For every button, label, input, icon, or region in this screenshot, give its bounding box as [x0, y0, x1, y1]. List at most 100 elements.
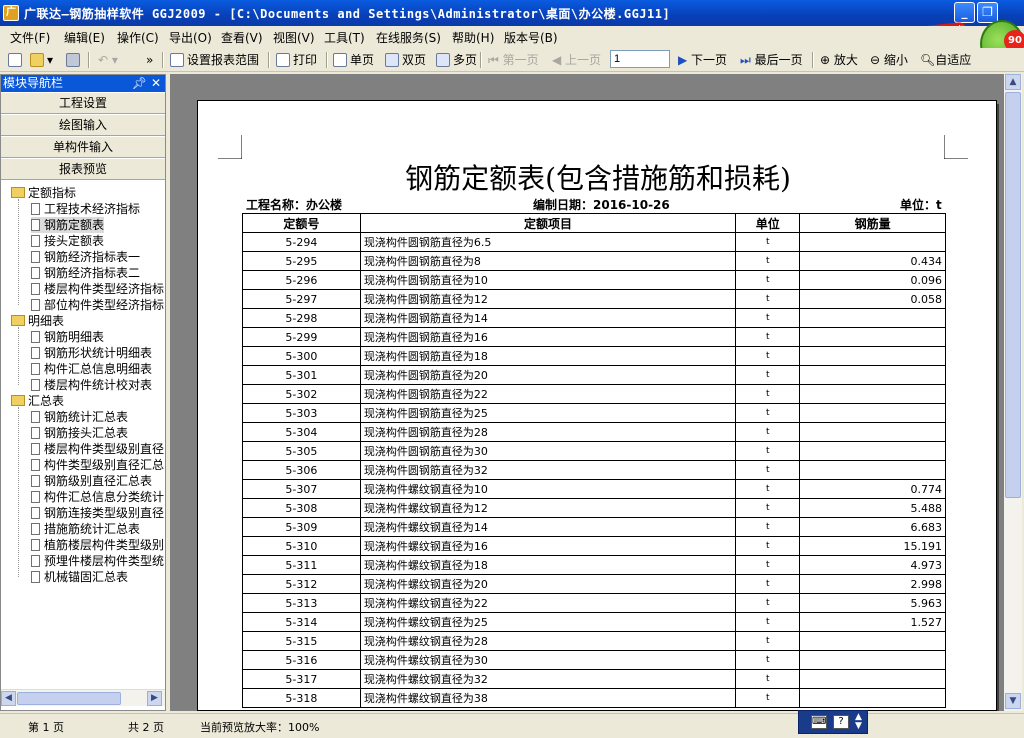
cell-unit: t	[735, 517, 801, 537]
tree-item[interactable]: 工程技术经济指标	[31, 201, 140, 217]
nav-button-drawing-input[interactable]: 绘图输入	[1, 114, 165, 136]
tree-item[interactable]: 植筋楼层构件类型级别	[31, 537, 164, 553]
pin-icon[interactable]: 📌︎	[132, 75, 147, 92]
prev-page-button[interactable]: ◀ 上一页	[552, 51, 601, 69]
tree-item[interactable]: 机械锚固汇总表	[31, 569, 128, 585]
tree-item[interactable]: 构件汇总信息明细表	[31, 361, 152, 377]
scroll-right-icon[interactable]: ▶	[147, 691, 162, 706]
cell-quota-item: 现浇构件圆钢筋直径为32	[359, 460, 737, 480]
last-page-button[interactable]: ⏭ 最后一页	[740, 51, 803, 69]
menu-edit[interactable]: 编辑(E)	[64, 29, 105, 46]
menu-file[interactable]: 文件(F)	[10, 29, 50, 46]
single-page-button[interactable]: 单页	[333, 51, 374, 69]
app-icon[interactable]: 广	[3, 5, 19, 21]
toolbar-separator	[812, 52, 814, 68]
document-icon	[31, 379, 40, 391]
tree-item[interactable]: 部位构件类型经济指标	[31, 297, 164, 313]
nav-button-single-component[interactable]: 单构件输入	[1, 136, 165, 158]
cell-amount: 0.058	[799, 289, 946, 309]
tree-item[interactable]: 钢筋连接类型级别直径	[31, 505, 164, 521]
page-number-input[interactable]: 1	[610, 50, 670, 68]
new-file-icon[interactable]	[8, 51, 25, 69]
cell-unit: t	[735, 270, 801, 290]
minimize-button[interactable]: _	[954, 2, 975, 23]
help-icon[interactable]: ?	[833, 715, 849, 729]
scroll-up-icon[interactable]: ▲	[1005, 74, 1021, 90]
table-row: 5-300 现浇构件圆钢筋直径为18 t	[242, 346, 946, 366]
menu-help[interactable]: 帮助(H)	[452, 29, 494, 46]
tree-folder[interactable]: 定额指标	[11, 185, 76, 201]
tree-item[interactable]: 钢筋经济指标表一	[31, 249, 140, 265]
ime-arrows-icon[interactable]: ▲ ▼	[855, 713, 862, 731]
zoom-out-button[interactable]: ⊖ 缩小	[870, 51, 908, 69]
close-icon[interactable]: ✕	[151, 75, 161, 92]
multi-page-button[interactable]: 多页	[436, 51, 477, 69]
keyboard-icon[interactable]: ⌨	[811, 715, 827, 729]
tree-item[interactable]: 钢筋形状统计明细表	[31, 345, 152, 361]
tree-item[interactable]: 构件类型级别直径汇总	[31, 457, 164, 473]
tree-item[interactable]: 钢筋定额表	[31, 217, 105, 233]
scroll-thumb[interactable]	[17, 692, 121, 705]
tree-item[interactable]: 钢筋经济指标表二	[31, 265, 140, 281]
viewer-vertical-scrollbar[interactable]: ▲ ▼	[1004, 74, 1022, 711]
tree-item[interactable]: 楼层构件类型经济指标	[31, 281, 164, 297]
save-icon[interactable]	[66, 51, 83, 69]
single-page-icon	[333, 53, 347, 67]
nav-button-report-preview[interactable]: 报表预览	[1, 158, 165, 180]
tree-item-label: 构件类型级别直径汇总	[44, 458, 165, 472]
double-page-button[interactable]: 双页	[385, 51, 426, 69]
cell-quota-no: 5-306	[242, 460, 361, 480]
cell-amount: 0.434	[799, 251, 946, 271]
cell-quota-item: 现浇构件圆钢筋直径为18	[359, 346, 737, 366]
menu-tools[interactable]: 工具(T)	[324, 29, 365, 46]
scroll-left-icon[interactable]: ◀	[1, 691, 16, 706]
cell-quota-no: 5-314	[242, 612, 361, 632]
tree-item-label: 钢筋经济指标表一	[44, 250, 141, 264]
cell-unit: t	[735, 498, 801, 518]
folder-icon	[11, 395, 25, 406]
open-file-icon[interactable]: ▾	[30, 51, 53, 69]
cell-quota-item: 现浇构件螺纹钢直径为20	[359, 574, 737, 594]
set-range-button[interactable]: 设置报表范围	[170, 51, 259, 69]
cell-amount: 6.683	[799, 517, 946, 537]
tree-item[interactable]: 措施筋统计汇总表	[31, 521, 140, 537]
zoom-in-button[interactable]: ⊕ 放大	[820, 51, 858, 69]
next-page-button[interactable]: ▶ 下一页	[678, 51, 727, 69]
menu-online[interactable]: 在线服务(S)	[376, 29, 441, 46]
menu-export[interactable]: 导出(O)	[169, 29, 212, 46]
tree-item-label: 构件汇总信息明细表	[44, 362, 153, 376]
ime-toolbar[interactable]: ⌨ ? ▲ ▼	[798, 710, 868, 734]
tree-item[interactable]: 楼层构件类型级别直径	[31, 441, 164, 457]
tree-item[interactable]: 钢筋接头汇总表	[31, 425, 128, 441]
cell-amount	[799, 650, 946, 670]
scroll-down-icon[interactable]: ▼	[1005, 693, 1021, 709]
tree-item[interactable]: 构件汇总信息分类统计	[31, 489, 164, 505]
menu-view2[interactable]: 视图(V)	[273, 29, 315, 46]
tree-item[interactable]: 预埋件楼层构件类型统	[31, 553, 164, 569]
column-header-unit: 单位	[735, 213, 801, 233]
nav-button-project-settings[interactable]: 工程设置	[1, 92, 165, 114]
table-row: 5-298 现浇构件圆钢筋直径为14 t	[242, 308, 946, 328]
cell-quota-item: 现浇构件圆钢筋直径为14	[359, 308, 737, 328]
undo-icon[interactable]: ↶ ▾	[98, 51, 118, 69]
scroll-thumb[interactable]	[1005, 92, 1021, 498]
more-icon[interactable]: »	[146, 51, 153, 69]
cell-quota-no: 5-299	[242, 327, 361, 347]
tree-item[interactable]: 楼层构件统计校对表	[31, 377, 152, 393]
menu-operate[interactable]: 操作(C)	[117, 29, 159, 46]
menu-view[interactable]: 查看(V)	[221, 29, 263, 46]
menu-version[interactable]: 版本号(B)	[504, 29, 558, 46]
document-icon	[31, 475, 40, 487]
tree-horizontal-scrollbar[interactable]: ◀ ▶	[1, 689, 165, 706]
tree-item[interactable]: 钢筋级别直径汇总表	[31, 473, 152, 489]
first-page-button[interactable]: ⏮ 第一页	[488, 51, 539, 69]
fit-button[interactable]: 🔍︎自适应	[920, 51, 971, 69]
report-viewer[interactable]: 钢筋定额表(包含措施筋和损耗) 工程名称：办公楼 编制日期：2016-10-26…	[170, 74, 1022, 711]
cell-unit: t	[735, 403, 801, 423]
tree-item[interactable]: 钢筋明细表	[31, 329, 104, 345]
maximize-button[interactable]: ❐	[977, 2, 998, 23]
tree-item[interactable]: 钢筋统计汇总表	[31, 409, 128, 425]
table-row: 5-303 现浇构件圆钢筋直径为25 t	[242, 403, 946, 423]
tree-item[interactable]: 接头定额表	[31, 233, 104, 249]
print-button[interactable]: 打印	[276, 51, 317, 69]
